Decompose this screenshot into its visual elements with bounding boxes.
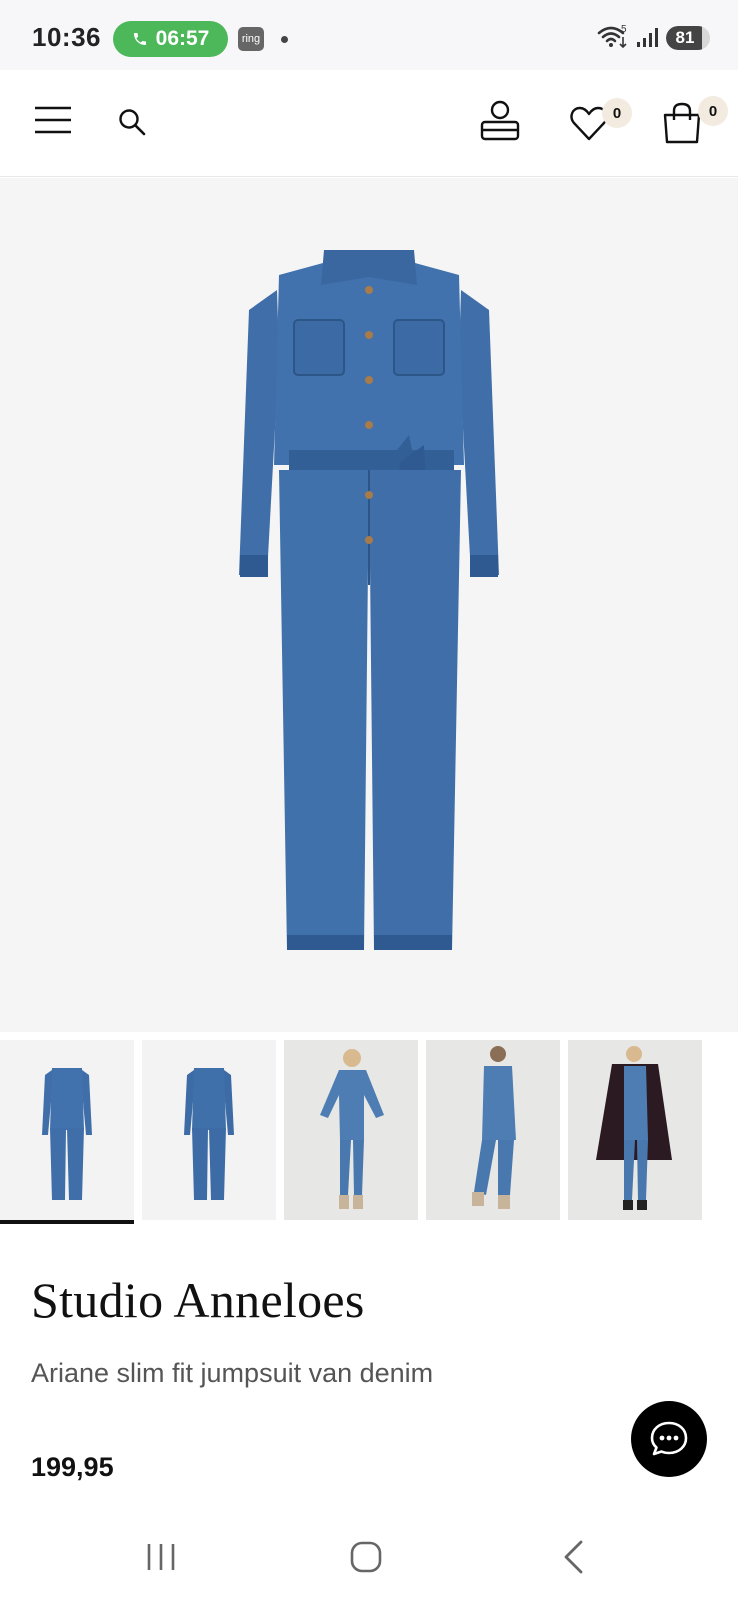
jumpsuit-back-thumbnail bbox=[184, 1068, 234, 1200]
thumbnail-2[interactable] bbox=[142, 1040, 276, 1220]
thumbnail-1[interactable] bbox=[0, 1040, 134, 1220]
selected-thumbnail-indicator bbox=[0, 1220, 134, 1224]
site-header: 0 0 bbox=[0, 70, 738, 177]
battery-indicator: 81 bbox=[666, 26, 710, 50]
ring-app-icon: ring bbox=[238, 27, 264, 51]
account-icon bbox=[480, 100, 520, 141]
menu-icon bbox=[35, 106, 71, 134]
jumpsuit-front-thumbnail bbox=[42, 1068, 92, 1200]
back-button[interactable] bbox=[548, 1537, 598, 1577]
home-button[interactable] bbox=[341, 1537, 391, 1577]
product-description: Ariane slim fit jumpsuit van denim bbox=[31, 1358, 434, 1388]
model-side-thumbnail bbox=[472, 1046, 516, 1209]
notification-dot-icon bbox=[281, 36, 288, 43]
wifi-generation-label: 5 bbox=[621, 24, 627, 35]
model-front-thumbnail bbox=[320, 1049, 384, 1209]
product-price: 199,95 bbox=[31, 1452, 114, 1482]
wifi-icon: 5 bbox=[597, 24, 627, 49]
status-time: 10:36 bbox=[32, 22, 101, 52]
cell-signal-icon bbox=[637, 28, 658, 47]
cart-count-badge: 0 bbox=[698, 96, 728, 126]
chat-bubble-icon bbox=[650, 1421, 688, 1456]
product-brand: Studio Anneloes bbox=[31, 1272, 365, 1328]
call-timer: 06:57 bbox=[155, 27, 210, 50]
wishlist-button[interactable]: 0 bbox=[570, 98, 636, 144]
search-icon bbox=[119, 109, 146, 136]
back-icon bbox=[564, 1540, 583, 1574]
home-icon bbox=[350, 1541, 382, 1573]
cart-button[interactable]: 0 bbox=[662, 96, 730, 144]
search-button[interactable] bbox=[114, 104, 150, 140]
jumpsuit-image bbox=[239, 250, 499, 950]
thumbnail-4[interactable] bbox=[426, 1040, 560, 1220]
thumbnail-3[interactable] bbox=[284, 1040, 418, 1220]
recents-button[interactable] bbox=[136, 1537, 186, 1577]
phone-icon bbox=[133, 33, 146, 45]
thumbnail-strip bbox=[0, 1040, 738, 1224]
chat-button[interactable] bbox=[631, 1401, 707, 1477]
ongoing-call-pill[interactable]: 06:57 bbox=[113, 21, 228, 57]
battery-level: 81 bbox=[675, 28, 695, 47]
status-bar: 10:36 06:57 ring 5 81 bbox=[0, 0, 738, 70]
wishlist-count-badge: 0 bbox=[602, 98, 632, 128]
model-coat-thumbnail bbox=[596, 1046, 672, 1210]
product-main-image[interactable] bbox=[0, 178, 738, 1032]
system-navigation-bar bbox=[0, 1515, 738, 1600]
thumbnail-5[interactable] bbox=[568, 1040, 702, 1220]
recents-icon bbox=[147, 1544, 175, 1570]
account-button[interactable] bbox=[478, 98, 522, 144]
shopping-bag-icon bbox=[663, 102, 701, 144]
menu-button[interactable] bbox=[30, 100, 76, 140]
